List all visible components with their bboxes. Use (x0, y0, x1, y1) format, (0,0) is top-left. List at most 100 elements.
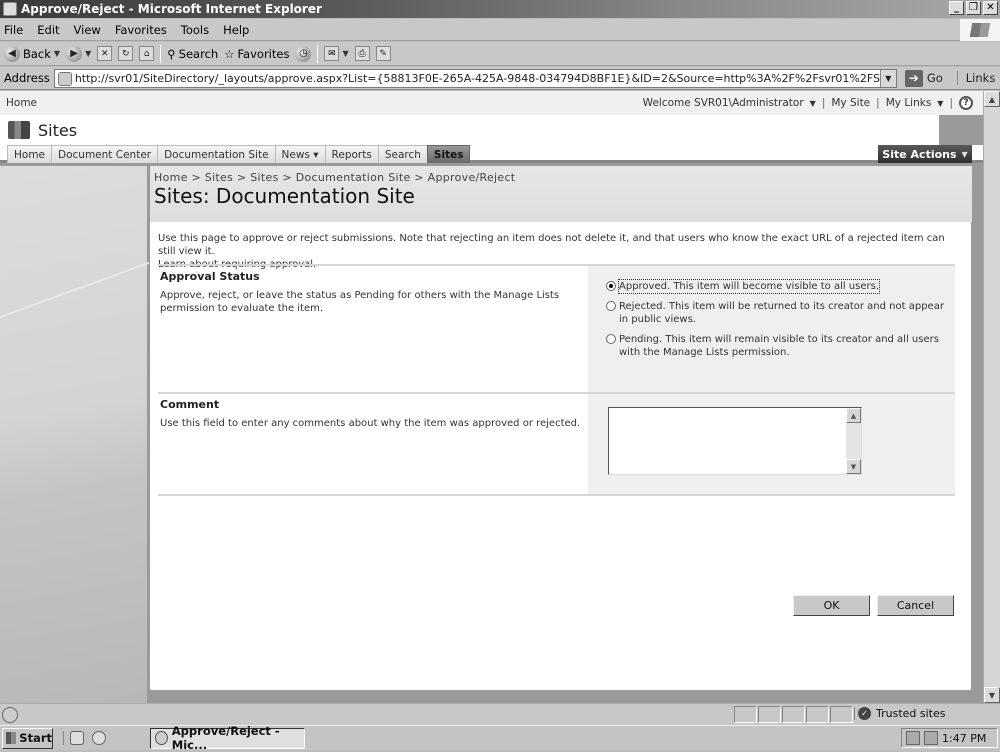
radio-rejected-label[interactable]: Rejected. This item will be returned to … (619, 300, 955, 326)
tab-document-center[interactable]: Document Center (51, 145, 159, 163)
tab-documentation-site[interactable]: Documentation Site (157, 145, 276, 163)
global-links-bar: Home Welcome SVR01\Administrator ▼ | My … (0, 91, 983, 115)
radio-pending-label[interactable]: Pending. This item will remain visible t… (619, 333, 955, 359)
menu-view[interactable]: View (74, 23, 101, 37)
print-icon[interactable]: ⎙ (354, 46, 370, 61)
comment-section: Comment Use this field to enter any comm… (158, 392, 955, 494)
zone-label: Trusted sites (876, 707, 946, 720)
back-dropdown-icon[interactable]: ▼ (54, 49, 60, 58)
top-home-link[interactable]: Home (6, 97, 37, 109)
scroll-down-icon[interactable]: ▼ (984, 687, 1000, 703)
internet-explorer-icon[interactable] (92, 731, 106, 745)
close-button[interactable]: ✕ (983, 1, 998, 15)
address-dropdown-icon[interactable]: ▼ (879, 69, 896, 87)
mail-icon: ✉ (324, 46, 340, 61)
go-button[interactable]: ➔ Go (904, 69, 943, 87)
minimize-button[interactable]: _ (949, 1, 964, 15)
security-zone[interactable]: ✓ Trusted sites (854, 707, 946, 720)
address-input[interactable]: http://svr01/SiteDirectory/_layouts/appr… (53, 68, 897, 88)
comment-field-area: ▲ ▼ (588, 394, 955, 494)
taskbar: Start Approve/Reject - Mic... 1:47 PM (0, 724, 1000, 752)
window-title-bar: Approve/Reject - Microsoft Internet Expl… (0, 0, 1000, 18)
refresh-icon[interactable]: ↻ (118, 46, 134, 61)
radio-approved-button[interactable] (606, 281, 616, 291)
my-site-link[interactable]: My Site (831, 97, 870, 109)
form-buttons: OK Cancel (793, 595, 954, 616)
menu-tools[interactable]: Tools (181, 23, 209, 37)
comment-scrollbar[interactable]: ▲ ▼ (846, 408, 861, 474)
window-controls: _ ❐ ✕ (949, 1, 998, 15)
restore-button[interactable]: ❐ (966, 1, 981, 15)
user-links: Welcome SVR01\Administrator ▼ | My Site … (643, 96, 973, 110)
address-label: Address (4, 71, 50, 85)
cancel-button[interactable]: Cancel (877, 595, 954, 616)
welcome-dropdown-icon[interactable]: ▼ (810, 99, 816, 108)
help-icon[interactable]: ? (959, 96, 973, 110)
favorites-button[interactable]: ☆ Favorites (224, 47, 289, 61)
menu-file[interactable]: File (4, 23, 23, 37)
menu-favorites[interactable]: Favorites (115, 23, 167, 37)
server-manager-icon[interactable] (70, 731, 84, 745)
mail-button[interactable]: ✉ ▼ (324, 46, 349, 61)
menu-edit[interactable]: Edit (37, 23, 59, 37)
tab-sites[interactable]: Sites (426, 145, 471, 163)
standard-toolbar: ◀ Back ▼ ▶ ▼ ✕ ↻ ⌂ ⚲ Search ☆ Favorites … (0, 42, 1000, 66)
approval-options: Approved. This item will become visible … (588, 266, 955, 392)
radio-pending-button[interactable] (606, 334, 616, 344)
status-pane (782, 706, 805, 723)
site-header: Sites (0, 115, 939, 145)
home-icon[interactable]: ⌂ (139, 46, 155, 61)
status-pane (734, 706, 757, 723)
window-title: Approve/Reject - Microsoft Internet Expl… (21, 2, 322, 16)
site-actions-menu[interactable]: Site Actions ▼ (878, 145, 972, 163)
tab-news[interactable]: News ▾ (274, 145, 326, 163)
nav-tabs: Home Document Center Documentation Site … (7, 145, 471, 163)
page-scrollbar[interactable]: ▲ ▼ (983, 91, 1000, 703)
scroll-up-icon[interactable]: ▲ (846, 408, 861, 423)
network-icon[interactable] (906, 731, 920, 745)
browser-viewport: Home Welcome SVR01\Administrator ▼ | My … (0, 91, 983, 703)
left-navigation-panel (0, 166, 189, 703)
back-button[interactable]: ◀ Back ▼ (4, 45, 60, 62)
site-title[interactable]: Sites (38, 121, 77, 140)
forward-dropdown-icon[interactable]: ▼ (85, 49, 91, 58)
radio-rejected[interactable]: Rejected. This item will be returned to … (602, 300, 955, 326)
toolbar-separator (317, 44, 319, 63)
history-icon[interactable]: ◷ (295, 45, 312, 62)
radio-rejected-button[interactable] (606, 301, 616, 311)
menu-help[interactable]: Help (223, 23, 249, 37)
quick-launch (63, 731, 106, 745)
breadcrumb[interactable]: Home > Sites > Sites > Documentation Sit… (154, 171, 515, 184)
main-content: Home > Sites > Sites > Documentation Sit… (149, 166, 972, 691)
stop-icon[interactable]: ✕ (97, 46, 113, 61)
radio-approved-label[interactable]: Approved. This item will become visible … (617, 279, 881, 294)
toolbar-separator (160, 44, 162, 63)
ok-button[interactable]: OK (793, 595, 870, 616)
start-button[interactable]: Start (2, 727, 53, 749)
tray-app-icon[interactable] (924, 731, 938, 745)
my-links-dropdown-icon[interactable]: ▼ (937, 99, 943, 108)
comment-textarea[interactable]: ▲ ▼ (608, 407, 862, 475)
tab-search[interactable]: Search (377, 145, 428, 163)
links-button[interactable]: Links (956, 71, 995, 85)
scroll-down-icon[interactable]: ▼ (846, 459, 861, 474)
start-label: Start (19, 731, 52, 745)
go-label: Go (926, 71, 943, 85)
status-bar: ✓ Trusted sites (0, 703, 1000, 725)
tab-reports[interactable]: Reports (324, 145, 379, 163)
my-links-menu[interactable]: My Links (886, 97, 932, 109)
address-url: http://svr01/SiteDirectory/_layouts/appr… (74, 71, 896, 85)
forward-button[interactable]: ▶ ▼ (66, 45, 91, 62)
clock: 1:47 PM (942, 731, 987, 745)
tab-home[interactable]: Home (7, 145, 53, 163)
form-divider (158, 494, 955, 496)
radio-approved[interactable]: Approved. This item will become visible … (602, 279, 955, 294)
welcome-menu[interactable]: Welcome SVR01\Administrator (643, 97, 804, 109)
search-button[interactable]: ⚲ Search (167, 47, 218, 61)
site-actions-dropdown-icon: ▼ (961, 149, 968, 159)
radio-pending[interactable]: Pending. This item will remain visible t… (602, 333, 955, 359)
taskbar-window-button[interactable]: Approve/Reject - Mic... (150, 724, 305, 752)
scroll-up-icon[interactable]: ▲ (984, 91, 1000, 107)
divider: | (876, 97, 880, 109)
edit-icon[interactable]: ✎ (375, 46, 391, 61)
